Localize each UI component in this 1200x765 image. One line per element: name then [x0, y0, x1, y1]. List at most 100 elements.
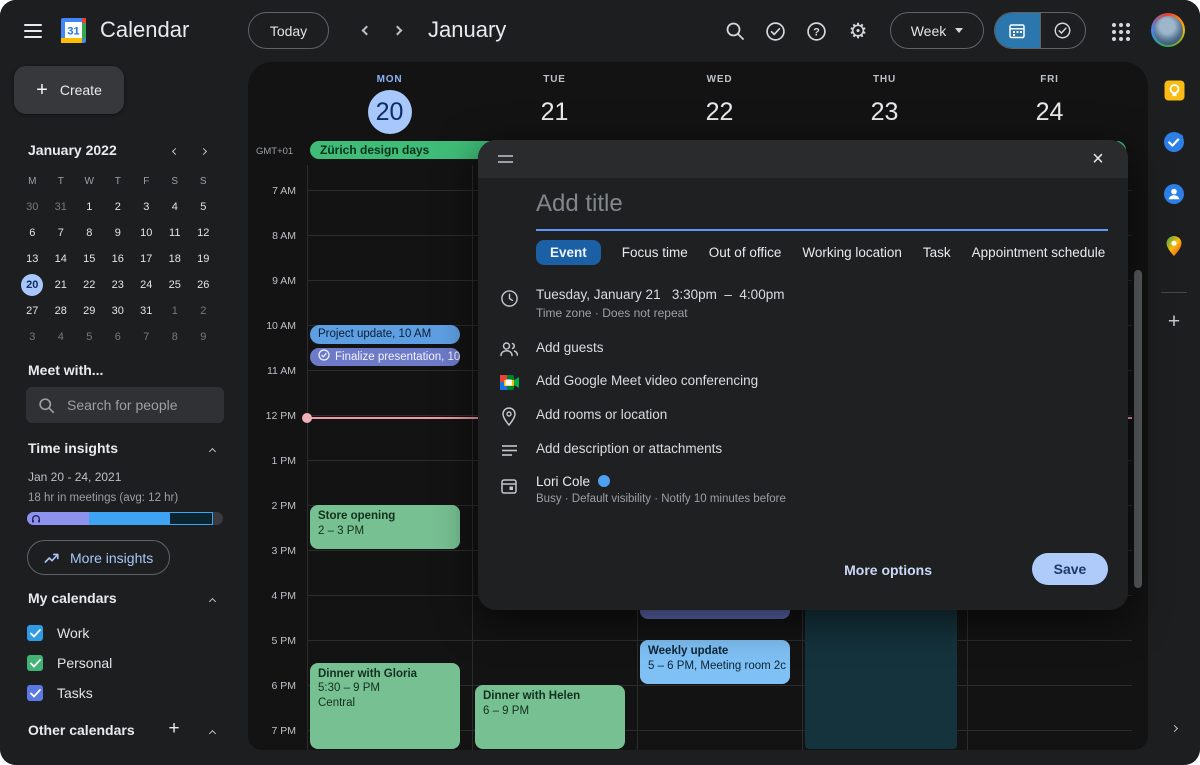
add-other-calendar-icon[interactable]: +: [162, 717, 186, 741]
user-avatar[interactable]: [1151, 13, 1185, 47]
add-location-row[interactable]: Add rooms or location: [536, 407, 667, 422]
time-insights-collapse-icon[interactable]: [204, 443, 220, 459]
mini-calendar-day[interactable]: 1: [75, 194, 104, 220]
dialog-drag-bar[interactable]: ×: [478, 140, 1128, 178]
tab-task[interactable]: Task: [923, 245, 951, 260]
search-icon[interactable]: [722, 18, 748, 44]
calendar-checkbox[interactable]: [27, 655, 43, 671]
mini-calendar-day[interactable]: 8: [75, 220, 104, 246]
calendar-event[interactable]: Project update, 10 AM: [310, 325, 460, 344]
mini-calendar-day[interactable]: 27: [18, 298, 47, 324]
more-insights-button[interactable]: More insights: [27, 540, 170, 575]
calendar-event[interactable]: [805, 604, 957, 749]
day-header[interactable]: TUE21: [515, 74, 595, 134]
main-menu-icon[interactable]: [20, 19, 46, 43]
mini-calendar-day[interactable]: 25: [161, 272, 190, 298]
calendar-logo-icon[interactable]: 31: [60, 17, 87, 49]
mini-calendar-day[interactable]: 15: [75, 246, 104, 272]
calendar-event[interactable]: Weekly update5 – 6 PM, Meeting room 2c: [640, 640, 790, 684]
day-header[interactable]: MON20: [350, 74, 430, 134]
event-time-row[interactable]: Tuesday, January 21 3:30pm – 4:00pm: [536, 287, 784, 302]
help-icon[interactable]: ?: [803, 18, 829, 44]
tab-event[interactable]: Event: [536, 240, 601, 265]
tab-out-of-office[interactable]: Out of office: [709, 245, 782, 260]
mini-calendar-day[interactable]: 7: [132, 324, 161, 350]
day-header[interactable]: THU23: [845, 74, 925, 134]
mini-calendar-day[interactable]: 30: [18, 194, 47, 220]
my-calendars-collapse-icon[interactable]: [204, 593, 220, 609]
calendar-view-toggle-button[interactable]: [995, 13, 1040, 48]
calendar-checkbox[interactable]: [27, 625, 43, 641]
create-button[interactable]: + Create: [14, 66, 124, 114]
event-title-input[interactable]: Add title: [536, 190, 1108, 231]
mini-calendar-day[interactable]: 8: [161, 324, 190, 350]
view-selector-dropdown[interactable]: Week: [890, 12, 984, 49]
get-addons-icon[interactable]: +: [1162, 310, 1186, 334]
mini-calendar-day[interactable]: 6: [104, 324, 133, 350]
add-description-row[interactable]: Add description or attachments: [536, 441, 722, 456]
mini-calendar-day[interactable]: 19: [189, 246, 218, 272]
mini-calendar-day[interactable]: 16: [104, 246, 133, 272]
calendar-list-item[interactable]: Tasks: [27, 678, 227, 708]
mini-calendar-day[interactable]: 2: [189, 298, 218, 324]
mini-calendar-day[interactable]: 22: [75, 272, 104, 298]
mini-calendar-day[interactable]: 11: [161, 220, 190, 246]
hide-side-panel-icon[interactable]: [1164, 718, 1184, 738]
calendar-event[interactable]: Finalize presentation, 10:3: [310, 348, 460, 367]
mini-calendar-day[interactable]: 23: [104, 272, 133, 298]
mini-calendar-day[interactable]: 24: [132, 272, 161, 298]
mini-calendar-day[interactable]: 5: [189, 194, 218, 220]
prev-period-icon[interactable]: [357, 21, 375, 39]
grid-scrollbar[interactable]: [1134, 270, 1142, 588]
mini-calendar-day[interactable]: 5: [75, 324, 104, 350]
mini-calendar-day[interactable]: 7: [47, 220, 76, 246]
mini-calendar-day[interactable]: 13: [18, 246, 47, 272]
calendar-list-item[interactable]: Work: [27, 618, 227, 648]
tab-working-location[interactable]: Working location: [802, 245, 902, 260]
tab-focus-time[interactable]: Focus time: [622, 245, 688, 260]
owner-row[interactable]: Lori Cole: [536, 474, 610, 489]
tab-appointment-schedule[interactable]: Appointment schedule: [972, 245, 1106, 260]
mini-calendar-day[interactable]: 20: [18, 272, 47, 298]
mini-calendar-day[interactable]: 2: [104, 194, 133, 220]
day-header[interactable]: WED22: [680, 74, 760, 134]
close-icon[interactable]: ×: [1086, 147, 1110, 171]
mini-calendar-day[interactable]: 29: [75, 298, 104, 324]
mini-calendar-day[interactable]: 3: [18, 324, 47, 350]
mini-calendar-day[interactable]: 3: [132, 194, 161, 220]
add-guests-row[interactable]: Add guests: [536, 340, 604, 355]
tasks-icon[interactable]: [1162, 130, 1186, 154]
mini-calendar-day[interactable]: 12: [189, 220, 218, 246]
other-calendars-collapse-icon[interactable]: [204, 725, 220, 741]
mini-calendar-day[interactable]: 18: [161, 246, 190, 272]
calendar-list-item[interactable]: Personal: [27, 648, 227, 678]
keep-icon[interactable]: [1162, 78, 1186, 102]
day-header[interactable]: FRI24: [1010, 74, 1090, 134]
maps-icon[interactable]: [1162, 234, 1186, 258]
next-period-icon[interactable]: [388, 21, 406, 39]
mini-calendar-prev-icon[interactable]: [166, 142, 184, 160]
mini-calendar-day[interactable]: 31: [47, 194, 76, 220]
mini-calendar-day[interactable]: 21: [47, 272, 76, 298]
mini-calendar-day[interactable]: 10: [132, 220, 161, 246]
mini-calendar-day[interactable]: 26: [189, 272, 218, 298]
mini-calendar-day[interactable]: 30: [104, 298, 133, 324]
mini-calendar-day[interactable]: 17: [132, 246, 161, 272]
calendar-checkbox[interactable]: [27, 685, 43, 701]
calendar-event[interactable]: Store opening2 – 3 PM: [310, 505, 460, 549]
more-options-button[interactable]: More options: [844, 562, 932, 578]
timezone-repeat-row[interactable]: Time zone · Does not repeat: [536, 306, 688, 320]
mini-calendar-next-icon[interactable]: [194, 142, 212, 160]
check-circle-icon[interactable]: [762, 18, 788, 44]
mini-calendar-day[interactable]: 9: [104, 220, 133, 246]
add-meet-row[interactable]: Add Google Meet video conferencing: [536, 373, 758, 388]
contacts-icon[interactable]: [1162, 182, 1186, 206]
today-button[interactable]: Today: [248, 12, 329, 49]
mini-calendar-day[interactable]: 14: [47, 246, 76, 272]
google-apps-grid-icon[interactable]: [1108, 19, 1134, 45]
mini-calendar-day[interactable]: 1: [161, 298, 190, 324]
mini-calendar-day[interactable]: 31: [132, 298, 161, 324]
calendar-event[interactable]: Dinner with Helen6 – 9 PM: [475, 685, 625, 749]
mini-calendar-day[interactable]: 9: [189, 324, 218, 350]
mini-calendar-day[interactable]: 28: [47, 298, 76, 324]
